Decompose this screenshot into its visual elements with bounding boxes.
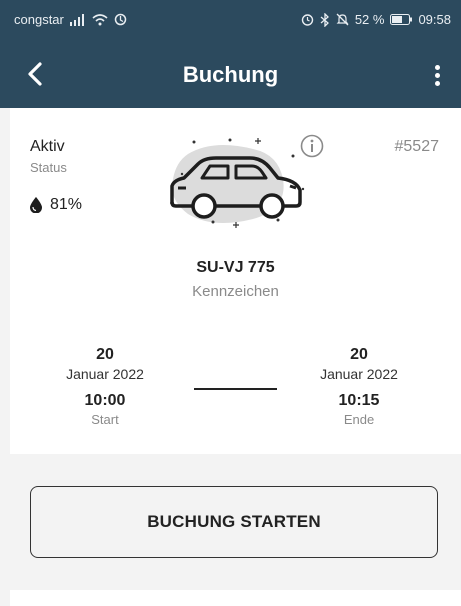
status-right: 52 % 09:58 <box>301 12 451 27</box>
status-bar: congstar 52 % 09:58 <box>0 0 461 40</box>
battery-icon <box>390 14 413 25</box>
start-day: 20 <box>96 346 114 363</box>
bottom-card-edge <box>10 590 461 606</box>
battery-percent: 52 % <box>354 12 385 27</box>
end-month: Januar 2022 <box>320 366 398 382</box>
sync-icon <box>114 13 127 26</box>
car-icon <box>170 138 305 228</box>
status-left: congstar <box>14 12 127 27</box>
page-title: Buchung <box>182 62 279 87</box>
header: congstar 52 % 09:58 Buchung <box>0 0 461 108</box>
timespan-divider <box>194 388 277 390</box>
end-day: 20 <box>350 346 368 363</box>
end-time: 10:15 <box>338 392 380 409</box>
bluetooth-icon <box>320 12 329 27</box>
carrier-label: congstar <box>14 12 64 27</box>
signal-icon <box>69 13 84 26</box>
start-booking-label: BUCHUNG STARTEN <box>147 512 321 531</box>
app-bar: Buchung <box>0 44 461 108</box>
fuel-percent: 81% <box>50 196 83 213</box>
start-label: Start <box>91 412 119 427</box>
start-month: Januar 2022 <box>66 366 144 382</box>
start-datetime: 20 Januar 2022 10:00 Start <box>30 346 180 427</box>
license-plate-label: Kennzeichen <box>192 283 279 300</box>
start-time: 10:00 <box>84 392 126 409</box>
more-vert-icon[interactable] <box>433 62 441 90</box>
end-label: Ende <box>343 412 375 427</box>
clock: 09:58 <box>418 12 451 27</box>
booking-id: #5527 <box>394 138 440 155</box>
status-label: Status <box>30 160 67 175</box>
fuel-drop-icon <box>30 197 42 213</box>
alarm-icon <box>301 14 314 26</box>
end-datetime: 20 Januar 2022 10:15 Ende <box>284 346 434 427</box>
fuel-level: 81% <box>30 196 82 214</box>
status-value: Aktiv <box>30 138 65 155</box>
mute-icon <box>336 13 349 26</box>
wifi-icon <box>92 13 108 25</box>
info-icon[interactable] <box>300 134 324 158</box>
booking-card: Aktiv Status 81% #5527 SU-VJ 775 Kennzei… <box>10 108 461 454</box>
license-plate: SU-VJ 775 <box>196 259 275 276</box>
start-booking-button[interactable]: BUCHUNG STARTEN <box>30 486 438 558</box>
